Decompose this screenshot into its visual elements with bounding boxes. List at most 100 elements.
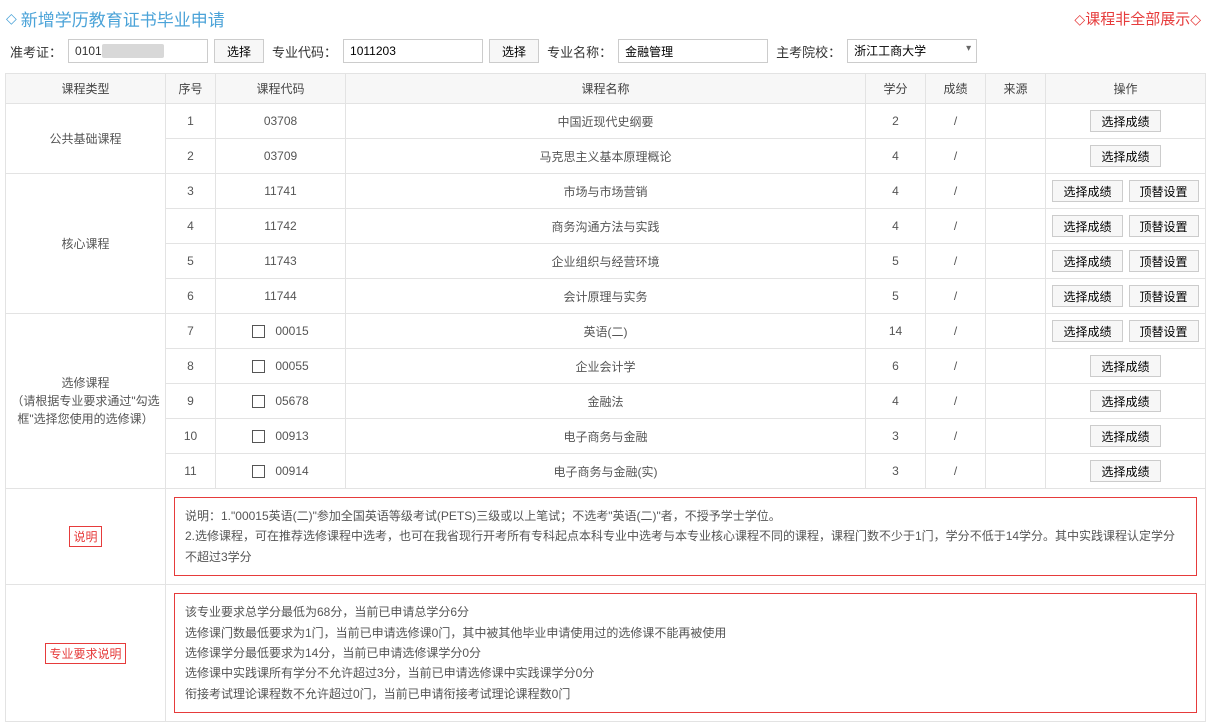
zkyx-select[interactable]: 浙江工商大学	[847, 39, 977, 63]
course-checkbox[interactable]	[252, 360, 265, 373]
course-checkbox[interactable]	[252, 395, 265, 408]
table-row: 511743企业组织与经营环境5/选择成绩顶替设置	[6, 244, 1206, 279]
course-checkbox[interactable]	[252, 325, 265, 338]
cell-num: 8	[166, 349, 216, 384]
cell-num: 1	[166, 104, 216, 139]
cell-num: 4	[166, 209, 216, 244]
th-source: 来源	[986, 74, 1046, 104]
cell-code: 03709	[216, 139, 346, 174]
zkz-select-button[interactable]: 选择	[214, 39, 264, 63]
cell-credit: 3	[866, 454, 926, 489]
code-text: 00913	[275, 429, 308, 443]
cell-type: 公共基础课程	[6, 104, 166, 174]
select-score-button[interactable]: 选择成绩	[1090, 355, 1160, 377]
select-score-button[interactable]: 选择成绩	[1090, 460, 1160, 482]
th-action: 操作	[1046, 74, 1206, 104]
course-checkbox[interactable]	[252, 430, 265, 443]
select-score-button[interactable]: 选择成绩	[1052, 285, 1122, 307]
cell-code: 03708	[216, 104, 346, 139]
cell-code: 00913	[216, 419, 346, 454]
zydm-input[interactable]	[343, 39, 483, 63]
cell-code: 11742	[216, 209, 346, 244]
cell-score: /	[926, 384, 986, 419]
page-title: 新增学历教育证书毕业申请	[21, 6, 225, 31]
cell-num: 3	[166, 174, 216, 209]
cell-action: 选择成绩	[1046, 419, 1206, 454]
desc-content-cell: 说明：1."00015英语(二)"参加全国英语等级考试(PETS)三级或以上笔试…	[166, 489, 1206, 585]
table-row: 411742商务沟通方法与实践4/选择成绩顶替设置	[6, 209, 1206, 244]
replace-button[interactable]: 顶替设置	[1129, 285, 1199, 307]
cell-name: 英语(二)	[346, 314, 866, 349]
cell-credit: 6	[866, 349, 926, 384]
table-row: 203709马克思主义基本原理概论4/选择成绩	[6, 139, 1206, 174]
cell-source	[986, 279, 1046, 314]
cell-action: 选择成绩顶替设置	[1046, 314, 1206, 349]
cell-action: 选择成绩	[1046, 349, 1206, 384]
cell-credit: 5	[866, 279, 926, 314]
desc-label-cell: 说明	[6, 489, 166, 585]
cell-score: /	[926, 314, 986, 349]
table-row: 611744会计原理与实务5/选择成绩顶替设置	[6, 279, 1206, 314]
table-row: 1000913电子商务与金融3/选择成绩	[6, 419, 1206, 454]
cell-type: 选修课程 （请根据专业要求通过"勾选框"选择您使用的选修课）	[6, 314, 166, 489]
zydm-select-button[interactable]: 选择	[489, 39, 539, 63]
cell-source	[986, 104, 1046, 139]
desc-box: 该专业要求总学分最低为68分，当前已申请总学分6分 选修课门数最低要求为1门，当…	[174, 593, 1197, 713]
desc-content-cell: 该专业要求总学分最低为68分，当前已申请总学分6分 选修课门数最低要求为1门，当…	[166, 585, 1206, 722]
table-row: 公共基础课程103708中国近现代史纲要2/选择成绩	[6, 104, 1206, 139]
cell-score: /	[926, 279, 986, 314]
cell-name: 电子商务与金融	[346, 419, 866, 454]
cell-score: /	[926, 454, 986, 489]
cell-action: 选择成绩	[1046, 384, 1206, 419]
desc-row: 说明 说明：1."00015英语(二)"参加全国英语等级考试(PETS)三级或以上…	[6, 489, 1206, 585]
cell-name: 电子商务与金融(实)	[346, 454, 866, 489]
select-score-button[interactable]: 选择成绩	[1090, 145, 1160, 167]
cell-source	[986, 384, 1046, 419]
select-score-button[interactable]: 选择成绩	[1052, 180, 1122, 202]
select-score-button[interactable]: 选择成绩	[1052, 215, 1122, 237]
replace-button[interactable]: 顶替设置	[1129, 320, 1199, 342]
table-row: 905678金融法4/选择成绩	[6, 384, 1206, 419]
cell-score: /	[926, 244, 986, 279]
select-score-button[interactable]: 选择成绩	[1052, 250, 1122, 272]
desc-box: 说明：1."00015英语(二)"参加全国英语等级考试(PETS)三级或以上笔试…	[174, 497, 1197, 576]
replace-button[interactable]: 顶替设置	[1129, 180, 1199, 202]
desc-label-cell: 专业要求说明	[6, 585, 166, 722]
replace-button[interactable]: 顶替设置	[1129, 250, 1199, 272]
cell-action: 选择成绩	[1046, 139, 1206, 174]
cell-type: 核心课程	[6, 174, 166, 314]
cell-action: 选择成绩顶替设置	[1046, 244, 1206, 279]
cell-source	[986, 349, 1046, 384]
cell-code: 00914	[216, 454, 346, 489]
cell-name: 会计原理与实务	[346, 279, 866, 314]
th-credit: 学分	[866, 74, 926, 104]
cell-name: 市场与市场营销	[346, 174, 866, 209]
cell-source	[986, 314, 1046, 349]
course-checkbox[interactable]	[252, 465, 265, 478]
select-score-button[interactable]: 选择成绩	[1090, 425, 1160, 447]
zkyx-label: 主考院校：	[776, 42, 841, 61]
warning-text: ◇课程非全部展示◇	[1074, 8, 1201, 29]
zydm-label: 专业代码：	[272, 42, 337, 61]
zymc-label: 专业名称：	[547, 42, 612, 61]
cell-code: 05678	[216, 384, 346, 419]
select-score-button[interactable]: 选择成绩	[1090, 390, 1160, 412]
table-row: 1100914电子商务与金融(实)3/选择成绩	[6, 454, 1206, 489]
select-score-button[interactable]: 选择成绩	[1090, 110, 1160, 132]
cell-num: 7	[166, 314, 216, 349]
desc-label: 说明	[69, 526, 101, 547]
cell-action: 选择成绩顶替设置	[1046, 209, 1206, 244]
cell-score: /	[926, 174, 986, 209]
code-text: 11744	[264, 289, 296, 303]
cell-num: 10	[166, 419, 216, 454]
select-score-button[interactable]: 选择成绩	[1052, 320, 1122, 342]
zymc-input[interactable]	[618, 39, 768, 63]
replace-button[interactable]: 顶替设置	[1129, 215, 1199, 237]
back-icon[interactable]: ◇	[6, 10, 17, 27]
code-text: 00914	[275, 464, 308, 478]
cell-name: 商务沟通方法与实践	[346, 209, 866, 244]
cell-score: /	[926, 349, 986, 384]
zkz-input[interactable]: 0101	[75, 44, 102, 58]
cell-num: 9	[166, 384, 216, 419]
cell-source	[986, 454, 1046, 489]
